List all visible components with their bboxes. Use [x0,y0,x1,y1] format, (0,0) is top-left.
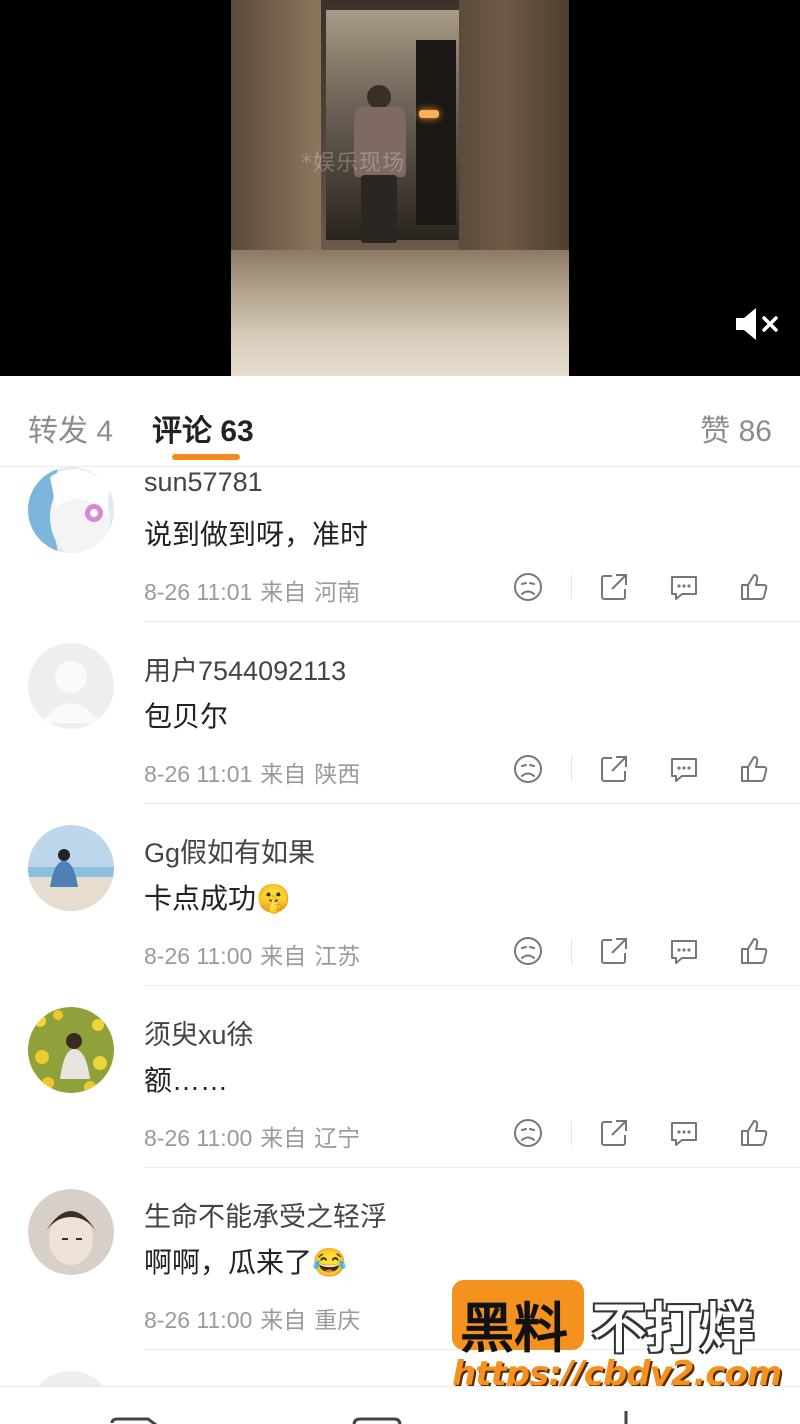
action-separator [571,939,572,963]
comment-divider [144,621,800,622]
comment-text: 卡点成功🤫 [144,883,291,914]
tab-repost[interactable]: 转发 4 [28,406,113,450]
dislike-icon[interactable] [512,753,544,785]
video-player[interactable]: *娱乐现场 [0,0,800,376]
like-icon[interactable] [738,753,770,785]
comment-username[interactable]: sun57781 [144,467,263,498]
like-icon[interactable] [738,571,770,603]
watermark-brand-a: 黑料 [460,1297,568,1360]
avatar[interactable] [28,643,114,729]
share-icon[interactable] [598,753,630,785]
comment-from: 来自 [260,761,307,787]
comment-icon[interactable] [352,1417,402,1424]
share-icon[interactable] [598,935,630,967]
avatar[interactable] [28,467,114,553]
comment-tabs: 转发 4 评论 63 赞 86 [0,376,800,467]
reply-icon[interactable] [668,1117,700,1149]
comment-meta: 8-26 11:01 来自 陕西 [144,755,368,789]
comment-text: 包贝尔 [144,701,229,732]
comment-meta: 8-26 11:01 来自 河南 [144,573,368,607]
comment-text: 额…… [144,1065,229,1096]
active-tab-indicator [172,454,240,460]
video-lamp [419,110,439,118]
comment-date: 8-26 11:01 [144,761,253,787]
comment-date: 8-26 11:01 [144,579,253,605]
reply-icon[interactable] [668,753,700,785]
tab-comments[interactable]: 评论 63 [152,406,254,450]
speaker-muted-icon[interactable] [734,306,782,342]
avatar[interactable] [28,825,114,911]
repost-icon[interactable] [110,1417,160,1424]
comment-item: 须臾xu徐 额…… 8-26 11:00 来自 辽宁 [0,1007,800,1189]
comment-location: 辽宁 [314,1125,361,1151]
comment-username[interactable]: 用户7544092113 [144,649,346,688]
comment-meta: 8-26 11:00 来自 辽宁 [144,1119,368,1153]
comment-item: Gg假如有如果 卡点成功🤫 8-26 11:00 来自 江苏 [0,825,800,1007]
comment-text: 啊啊，瓜来了😂 [144,1247,347,1278]
avatar[interactable] [28,1007,114,1093]
comment-from: 来自 [260,579,307,605]
video-frame: *娱乐现场 [231,0,569,376]
like-bar-icon[interactable] [616,1409,636,1424]
video-door [416,40,456,225]
share-icon[interactable] [598,1117,630,1149]
comment-from: 来自 [260,1307,307,1333]
comment-date: 8-26 11:00 [144,1125,253,1151]
comment-meta: 8-26 11:00 来自 江苏 [144,937,368,971]
dislike-icon[interactable] [512,935,544,967]
reply-icon[interactable] [668,935,700,967]
comment-text: 说到做到呀，准时 [144,519,369,550]
bottom-action-bar [0,1386,800,1424]
dislike-icon[interactable] [512,1117,544,1149]
comment-username[interactable]: Gg假如有如果 [144,831,315,870]
action-separator [571,757,572,781]
comment-divider [144,803,800,804]
avatar[interactable] [28,1189,114,1275]
reply-icon[interactable] [668,571,700,603]
action-separator [571,575,572,599]
comment-divider [144,1167,800,1168]
comment-from: 来自 [260,1125,307,1151]
tab-likes[interactable]: 赞 86 [700,406,772,450]
dislike-icon[interactable] [512,571,544,603]
comment-location: 河南 [314,579,361,605]
video-watermark: *娱乐现场 [301,151,406,176]
comment-date: 8-26 11:00 [144,943,253,969]
comment-divider [144,985,800,986]
comment-username[interactable]: 生命不能承受之轻浮 [144,1195,387,1234]
comment-item: 用户7544092113 包贝尔 8-26 11:01 来自 陕西 [0,643,800,825]
comment-username[interactable]: 须臾xu徐 [144,1013,254,1052]
watermark-brand-b: 不打烊 [592,1297,754,1360]
watermark-logo: 黑料 不打烊 https://cbdy2.com [450,1278,790,1398]
comment-from: 来自 [260,943,307,969]
action-separator [571,1121,572,1145]
share-icon[interactable] [598,571,630,603]
comment-date: 8-26 11:00 [144,1307,253,1333]
like-icon[interactable] [738,1117,770,1149]
comment-item: sun57781 说到做到呀，准时 8-26 11:01 来自 河南 [0,467,800,649]
comment-location: 重庆 [314,1307,361,1333]
like-icon[interactable] [738,935,770,967]
comment-location: 陕西 [314,761,361,787]
comment-location: 江苏 [314,943,361,969]
video-floor [231,250,569,376]
comment-meta: 8-26 11:00 来自 重庆 [144,1301,368,1335]
